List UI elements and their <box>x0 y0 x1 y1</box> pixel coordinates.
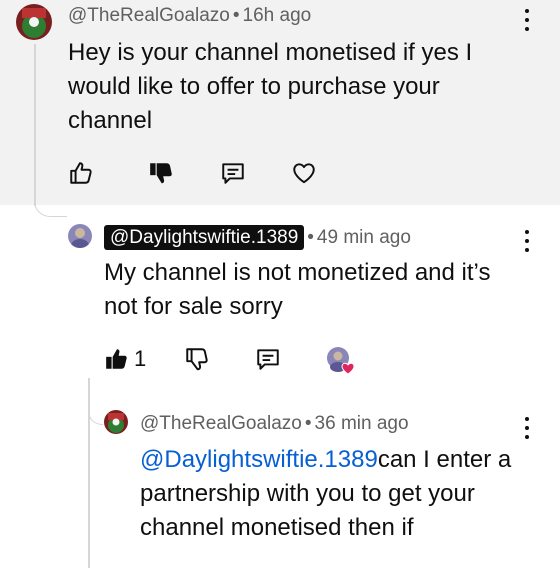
like-count: 1 <box>134 346 147 371</box>
more-options-icon[interactable] <box>522 417 532 439</box>
creator-heart-icon <box>327 347 355 375</box>
dislike-filled-icon <box>150 163 172 184</box>
comment-time: 16h ago <box>242 5 312 26</box>
comment-meta: @Daylightswiftie.1389 • 49 min ago <box>104 225 411 250</box>
like-button[interactable] <box>68 160 94 186</box>
creator-heart-button[interactable] <box>326 346 356 376</box>
like-outline-icon <box>70 162 92 184</box>
more-options-icon[interactable] <box>522 230 532 252</box>
comment-text: Hey is your channel monetised if yes I w… <box>68 39 473 134</box>
dislike-button[interactable] <box>148 160 174 186</box>
comment-meta: @TheRealGoalazo • 16h ago <box>68 5 311 27</box>
thread-connector <box>34 190 67 217</box>
separator: • <box>232 5 240 26</box>
comment-time: 36 min ago <box>314 413 409 434</box>
comment-time: 49 min ago <box>316 227 411 248</box>
author-name[interactable]: @TheRealGoalazo <box>140 413 302 434</box>
avatar[interactable] <box>104 410 128 434</box>
more-options-icon[interactable] <box>522 9 532 31</box>
mention-link[interactable]: @Daylightswiftie.1389 <box>140 446 378 473</box>
author-name[interactable]: @TheRealGoalazo <box>68 5 230 26</box>
reply-icon <box>222 163 244 184</box>
reply-icon <box>257 349 279 370</box>
heart-outline-icon <box>293 163 315 184</box>
dislike-outline-icon <box>186 348 208 371</box>
dislike-button[interactable] <box>184 346 210 372</box>
creator-handle-badge[interactable]: @Daylightswiftie.1389 <box>104 225 305 250</box>
comment-text: My channel is not monetized and it’s not… <box>104 259 491 320</box>
separator: • <box>304 413 312 434</box>
reply-button[interactable] <box>255 346 281 372</box>
separator: • <box>307 227 314 248</box>
like-button[interactable]: 1 <box>104 346 146 372</box>
avatar[interactable] <box>68 224 92 248</box>
comment-text: @Daylightswiftie.1389can I enter a partn… <box>140 443 520 545</box>
like-filled-icon <box>106 349 127 369</box>
avatar[interactable] <box>16 4 52 40</box>
thread-connector-nested <box>88 392 103 425</box>
comment-meta: @TheRealGoalazo • 36 min ago <box>140 413 409 435</box>
heart-button[interactable] <box>291 160 317 186</box>
reply-button[interactable] <box>220 160 246 186</box>
thread-line <box>34 44 36 206</box>
